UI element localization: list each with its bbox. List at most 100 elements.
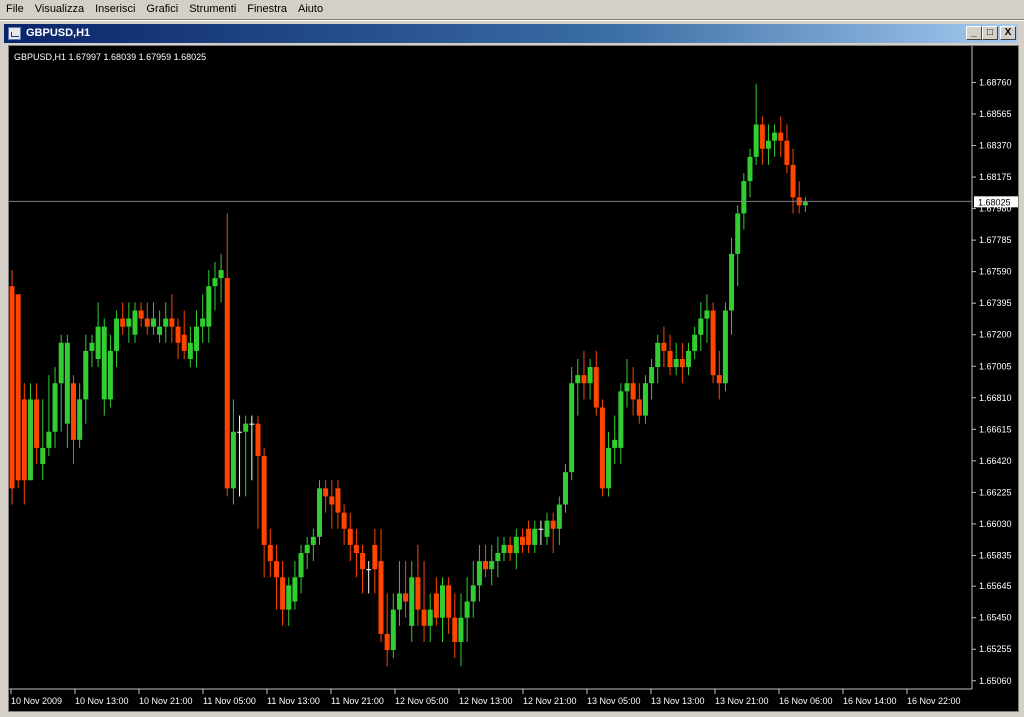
candle-body (741, 181, 747, 214)
price-tick-label: 1.67200 (979, 330, 1012, 340)
minimize-button[interactable]: _ (966, 26, 982, 40)
chart-header-info: GBPUSD,H1 1.67997 1.68039 1.67959 1.6802… (14, 52, 206, 62)
time-tick-label: 12 Nov 05:00 (395, 696, 449, 706)
candle-body (34, 399, 40, 448)
restore-button[interactable]: □ (982, 26, 998, 40)
candle-body (556, 504, 562, 529)
candle-body (753, 124, 759, 157)
menu-inserisci[interactable]: Inserisci (89, 0, 140, 17)
candle-body (667, 350, 673, 368)
close-button[interactable]: X (1000, 26, 1016, 40)
candle-body (101, 326, 107, 400)
candle-body (618, 391, 624, 448)
candle-body (52, 383, 58, 432)
time-tick-label: 11 Nov 05:00 (203, 696, 256, 706)
candle-body (384, 633, 390, 651)
candle-body (624, 383, 630, 392)
candle-body (433, 593, 439, 618)
candle-body (710, 310, 716, 376)
candle-body (360, 553, 366, 570)
price-tick-label: 1.66420 (979, 456, 1012, 466)
time-tick-label: 13 Nov 13:00 (651, 696, 705, 706)
candle-body (71, 383, 76, 440)
menu-bar: File Visualizza Inserisci Grafici Strumenti F… (0, 0, 1024, 21)
price-chart[interactable]: 1.687601.685651.683701.681751.679801.677… (9, 46, 1018, 711)
candle-body (476, 561, 482, 586)
menu-file[interactable]: File (0, 0, 29, 17)
time-tick-label: 13 Nov 05:00 (587, 696, 641, 706)
candle-body (581, 375, 587, 384)
menu-grafici[interactable]: Grafici (140, 0, 183, 17)
candle-body (317, 488, 322, 537)
chart-window-title: GBPUSD,H1 (26, 27, 91, 39)
candle-body (310, 536, 316, 545)
chart-area[interactable]: 1.68760 1.68565 1.68370 1.68175 1.67980 1.677… (8, 45, 1019, 712)
candle-body (175, 326, 181, 343)
candle-body (169, 318, 175, 327)
candle-body (181, 334, 187, 351)
candle-body (230, 431, 236, 489)
price-tick-label: 1.67785 (979, 235, 1012, 245)
candle-body (157, 326, 163, 335)
candle-body (218, 270, 224, 279)
candle-body (679, 358, 685, 368)
candle-body (243, 423, 249, 432)
candle-body (495, 553, 501, 562)
candle-body (329, 496, 335, 505)
candle-body (470, 585, 476, 602)
candle-body (747, 156, 753, 182)
candle-body (698, 318, 704, 335)
candle-body (513, 536, 519, 554)
candle-body (538, 528, 544, 530)
menu-visualizza[interactable]: Visualizza (29, 0, 89, 17)
time-tick-label: 11 Nov 21:00 (331, 696, 384, 706)
candle-body (526, 528, 532, 545)
price-tick-label: 1.68565 (979, 109, 1012, 119)
candle-body (464, 601, 470, 618)
candle-body (427, 609, 433, 626)
candle-body (612, 439, 618, 448)
time-tick-label: 16 Nov 14:00 (843, 696, 897, 706)
chart-window-icon (8, 27, 21, 40)
candle-body (138, 310, 144, 319)
candle-body (802, 202, 808, 206)
menu-aiuto[interactable]: Aiuto (292, 0, 328, 17)
price-tick-label: 1.67005 (979, 361, 1012, 371)
menu-finestra[interactable]: Finestra (241, 0, 292, 17)
candle-body (507, 544, 513, 554)
candle-body (599, 407, 605, 489)
bid-price-label: 1.68025 (978, 197, 1011, 207)
candle-body (89, 342, 95, 351)
candle-body (519, 536, 525, 545)
candle-body (655, 342, 661, 368)
chart-window-titlebar[interactable]: GBPUSD,H1 _ □ X (4, 24, 1018, 43)
candle-body (237, 431, 243, 433)
candle-body (292, 577, 298, 602)
candle-body (298, 553, 304, 578)
time-tick-label: 10 Nov 21:00 (139, 696, 193, 706)
price-tick-label: 1.66030 (979, 519, 1012, 529)
candle-body (353, 544, 359, 554)
candle-body (440, 585, 445, 618)
time-tick-label: 10 Nov 13:00 (75, 696, 129, 706)
candle-body (630, 383, 636, 400)
candle-body (83, 350, 89, 400)
candle-body (409, 577, 415, 626)
price-tick-label: 1.68370 (979, 141, 1012, 151)
candle-body (114, 318, 120, 351)
candle-body (544, 520, 550, 537)
candle-body (323, 488, 329, 497)
candle-body (729, 253, 735, 311)
candle-body (784, 140, 790, 165)
candle-body (501, 544, 507, 554)
menu-strumenti[interactable]: Strumenti (183, 0, 241, 17)
price-tick-label: 1.65450 (979, 613, 1012, 623)
candle-body (778, 132, 784, 141)
candle-body (458, 617, 464, 642)
candle-body (273, 561, 279, 578)
candle-body (550, 520, 556, 529)
candle-body (649, 367, 655, 384)
price-tick-label: 1.65060 (979, 676, 1012, 686)
candle-body (261, 456, 267, 545)
candle-body (673, 358, 679, 368)
